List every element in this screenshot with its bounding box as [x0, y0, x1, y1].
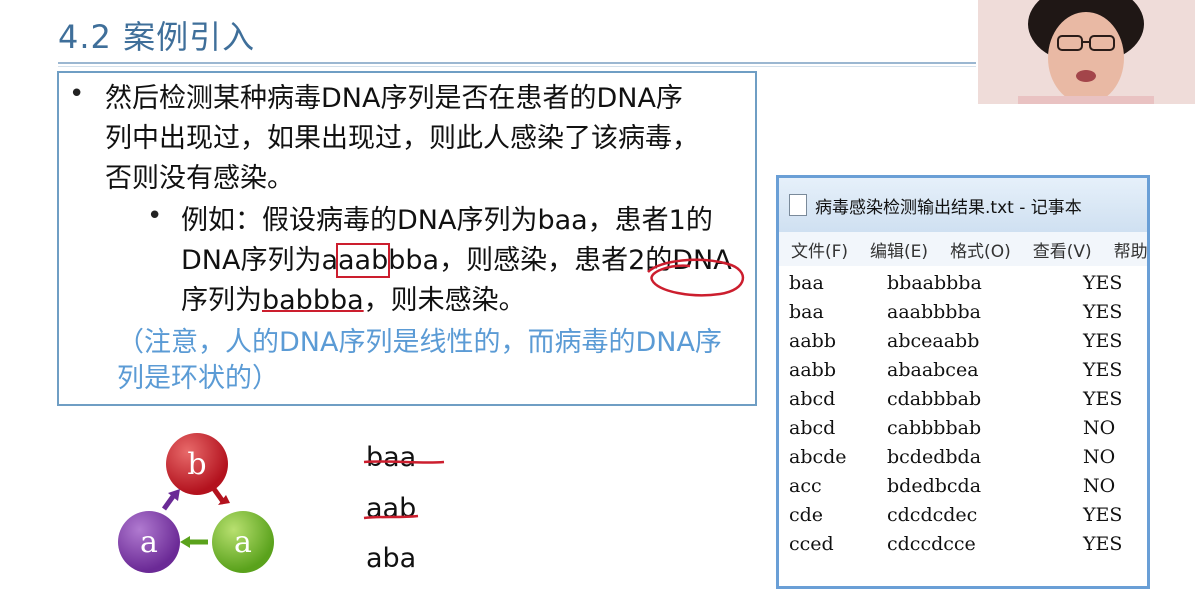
seq2-highlight: babbba: [262, 285, 364, 316]
patient-seq: bbaabbba: [887, 272, 982, 294]
virus-seq: acc: [789, 475, 822, 497]
sequence-aba: aba: [366, 543, 417, 574]
result: NO: [1083, 446, 1116, 468]
menu-format[interactable]: 格式(O): [950, 237, 1011, 262]
seq1-part-c: bba: [388, 245, 440, 276]
patient-seq: cabbbbab: [887, 417, 982, 439]
virus-seq: abcd: [789, 417, 836, 439]
patient-seq: abaabcea: [887, 359, 979, 381]
bullet-icon: •: [69, 79, 85, 109]
result: YES: [1083, 388, 1123, 410]
patient-seq: cdccdcce: [887, 533, 976, 555]
bullet-item-2: • 例如：假设病毒的DNA序列为baa，患者1的DNA序列为aaabbba，则感…: [147, 201, 757, 321]
result: YES: [1083, 330, 1123, 352]
result: YES: [1083, 301, 1123, 323]
bullet-text-1: 然后检测某种病毒DNA序列是否在患者的DNA序列中出现过，如果出现过，则此人感染…: [105, 83, 699, 194]
virus-seq: baa: [789, 272, 824, 294]
virus-seq: cde: [789, 504, 824, 526]
bullet-icon: •: [147, 201, 163, 231]
virus-seq: abcd: [789, 388, 836, 410]
notepad-document-icon: [789, 194, 807, 216]
webcam-feed: [978, 0, 1195, 104]
virus-seq: cced: [789, 533, 834, 555]
bullet-text-2: 例如：假设病毒的DNA序列为baa，患者1的DNA序列为aaabbba，则感染，…: [181, 201, 756, 321]
virus-seq: aabb: [789, 330, 836, 352]
sequence-baa: baa: [366, 442, 417, 473]
patient-seq: abceaabb: [887, 330, 980, 352]
patient-seq: bdedbcda: [887, 475, 982, 497]
cycle-arrows-icon: [161, 487, 230, 548]
title-divider: [58, 62, 976, 64]
menu-help[interactable]: 帮助: [1114, 237, 1147, 262]
notepad-menubar: 文件(F) 编辑(E) 格式(O) 查看(V) 帮助: [779, 232, 1147, 267]
patient-seq: aaabbbba: [887, 301, 981, 323]
result: YES: [1083, 504, 1123, 526]
notepad-titlebar[interactable]: 病毒感染检测输出结果.txt - 记事本: [779, 178, 1147, 232]
notepad-window[interactable]: 病毒感染检测输出结果.txt - 记事本 文件(F) 编辑(E) 格式(O) 查…: [776, 175, 1150, 589]
result: YES: [1083, 533, 1123, 555]
virus-seq: baa: [789, 301, 824, 323]
slide-title: 4.2 案例引入: [58, 18, 256, 56]
result: YES: [1083, 359, 1123, 381]
sequence-aab: aab: [366, 493, 417, 524]
notepad-title: 病毒感染检测输出结果.txt - 记事本: [815, 197, 1082, 218]
result: NO: [1083, 417, 1116, 439]
menu-view[interactable]: 查看(V): [1033, 237, 1092, 262]
title-divider-secondary: [58, 66, 976, 67]
circular-dna-diagram: b a a: [110, 425, 290, 585]
patient-seq: cdabbbab: [887, 388, 982, 410]
virus-seq: aabb: [789, 359, 836, 381]
seq1-match: aab: [336, 243, 391, 278]
presenter-portrait-icon: [978, 0, 1195, 104]
example-suffix: ，则未感染。: [363, 285, 526, 316]
menu-file[interactable]: 文件(F): [791, 237, 848, 262]
patient-seq: cdcdcdec: [887, 504, 978, 526]
menu-edit[interactable]: 编辑(E): [870, 237, 928, 262]
patient-seq: bcdedbda: [887, 446, 982, 468]
virus-seq: abcde: [789, 446, 847, 468]
result: NO: [1083, 475, 1116, 497]
bullet-item-1: • 然后检测某种病毒DNA序列是否在患者的DNA序列中出现过，如果出现过，则此人…: [69, 79, 749, 199]
notepad-text-area[interactable]: baa bbaabbba YES baa aaabbbba YES aabb abceaa…: [779, 266, 1147, 586]
seq1-part-a: a: [321, 245, 339, 276]
note-text: （注意，人的DNA序列是线性的，而病毒的DNA序列是环状的）: [117, 327, 722, 394]
result: YES: [1083, 272, 1123, 294]
content-box: • 然后检测某种病毒DNA序列是否在患者的DNA序列中出现过，如果出现过，则此人…: [57, 71, 757, 406]
